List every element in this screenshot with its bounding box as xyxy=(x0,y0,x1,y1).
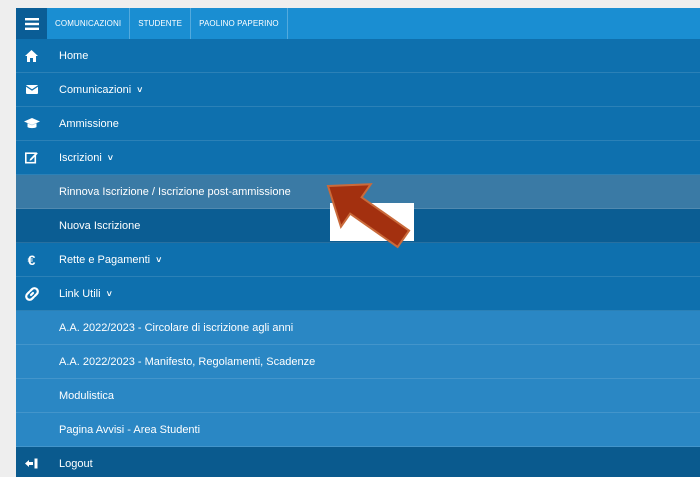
top-bar: COMUNICAZIONI STUDENTE PAOLINO PAPERINO xyxy=(16,8,700,39)
hamburger-icon xyxy=(24,17,39,30)
menu-item-label: Rinnova Iscrizione / Iscrizione post-amm… xyxy=(59,185,291,198)
menu-item-ammissione[interactable]: Ammissione xyxy=(16,107,700,141)
menu-item-logout[interactable]: Logout xyxy=(16,447,700,477)
chevron-down-icon: ˅ xyxy=(107,152,114,163)
annotation-arrow-icon xyxy=(326,183,411,249)
menu-item-label: Modulistica xyxy=(59,389,115,402)
menu-item-comunicazioni[interactable]: Comunicazioni ˅ xyxy=(16,73,700,107)
menu-item-label: Logout xyxy=(59,457,93,470)
submenu-item-pagina-avvisi[interactable]: Pagina Avvisi - Area Studenti xyxy=(16,413,700,447)
menu-item-label: A.A. 2022/2023 - Circolare di iscrizione… xyxy=(59,321,294,334)
menu-item-label: Pagina Avvisi - Area Studenti xyxy=(59,423,201,436)
breadcrumb-user-name[interactable]: PAOLINO PAPERINO xyxy=(191,8,288,39)
submenu-item-modulistica[interactable]: Modulistica xyxy=(16,379,700,413)
menu-item-label: A.A. 2022/2023 - Manifesto, Regolamenti,… xyxy=(59,355,316,368)
menu-item-label: Home xyxy=(59,49,89,62)
menu-item-link-utili[interactable]: Link Utili ˅ xyxy=(16,277,700,311)
euro-icon: € xyxy=(27,251,36,268)
link-icon xyxy=(16,286,47,301)
envelope-icon xyxy=(16,85,47,94)
chevron-down-icon: ˅ xyxy=(156,254,162,265)
menu-item-label: Comunicazioni xyxy=(59,83,132,96)
graduation-cap-icon xyxy=(16,118,47,129)
menu-item-home[interactable]: Home xyxy=(16,39,700,73)
logout-icon xyxy=(16,458,47,469)
menu-item-label: Nuova Iscrizione xyxy=(59,219,141,232)
menu-item-label: Ammissione xyxy=(59,117,119,130)
breadcrumb-comunicazioni[interactable]: COMUNICAZIONI xyxy=(47,8,131,39)
menu-item-label: Iscrizioni xyxy=(59,151,102,164)
menu-item-label: Rette e Pagamenti xyxy=(59,253,151,266)
chevron-down-icon: ˅ xyxy=(137,84,143,95)
edit-icon xyxy=(16,151,47,164)
home-icon xyxy=(16,49,47,62)
chevron-down-icon: ˅ xyxy=(106,288,112,299)
submenu-item-circolare[interactable]: A.A. 2022/2023 - Circolare di iscrizione… xyxy=(16,311,700,345)
menu-item-label: Link Utili xyxy=(59,287,101,300)
breadcrumb-studente[interactable]: STUDENTE xyxy=(130,8,192,39)
hamburger-menu-button[interactable] xyxy=(16,8,47,39)
submenu-item-manifesto[interactable]: A.A. 2022/2023 - Manifesto, Regolamenti,… xyxy=(16,345,700,379)
